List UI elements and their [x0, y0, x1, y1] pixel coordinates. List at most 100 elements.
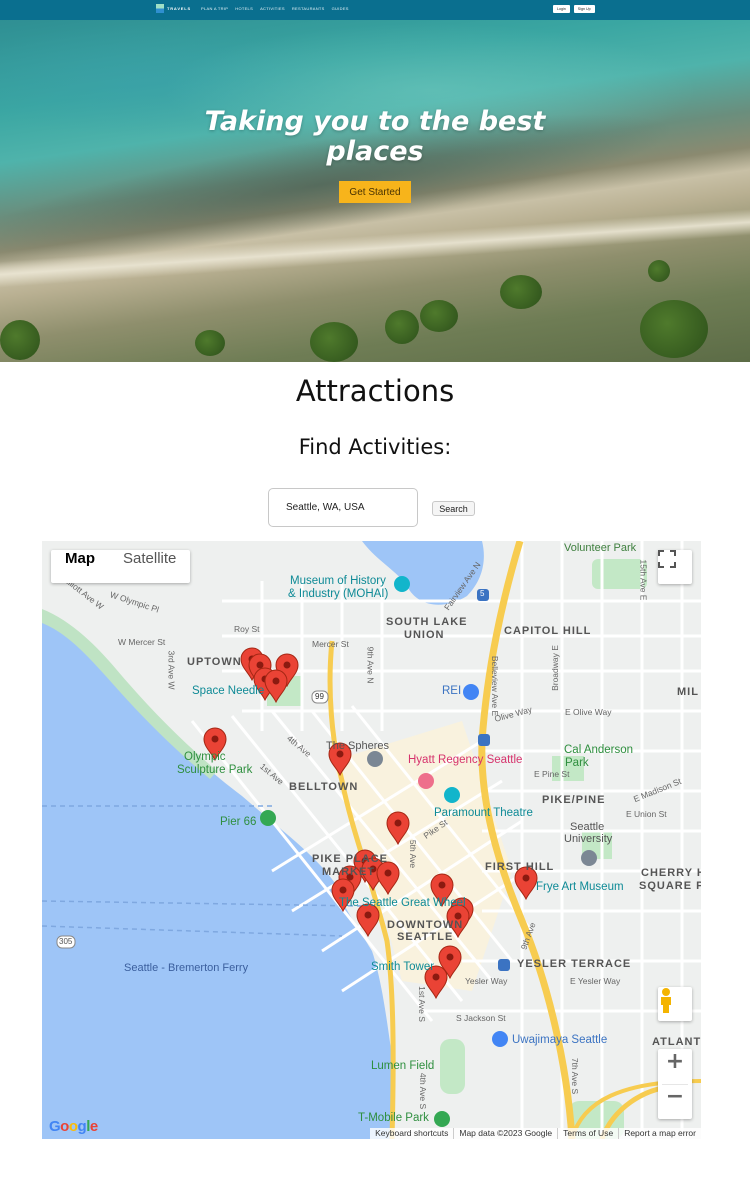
brand-name: TRAVELS [167, 6, 191, 11]
map-label: Cal Anderson [564, 744, 634, 756]
map-label: The Seattle Great Wheel [339, 897, 466, 909]
search-button[interactable]: Search [432, 501, 475, 516]
map-label: Lumen Field [371, 1060, 435, 1072]
map-label: 7th Ave S [570, 1057, 581, 1095]
map-label: The Spheres [326, 740, 389, 752]
map-label: Seattle [570, 821, 605, 833]
map-label: 4th Ave S [418, 1072, 429, 1110]
map-label: E Yesler Way [570, 976, 621, 986]
map-label: CHERRY H [641, 867, 701, 879]
hero-bush [648, 260, 670, 282]
street-view-button[interactable] [658, 987, 692, 1021]
zoom-control: + − [658, 1049, 692, 1119]
brand[interactable]: TRAVELS [156, 4, 191, 13]
nav-link-restaurants[interactable]: RESTAURANTS [292, 6, 325, 11]
map-label: UPTOWN [187, 656, 242, 668]
map-label: 5 [480, 589, 485, 598]
hero-headline-line1: Taking you to the best [204, 106, 546, 137]
signup-button[interactable]: Sign Up [573, 5, 595, 13]
map-label: Smith Tower [371, 961, 435, 973]
hero-headline-line2: places [326, 136, 424, 167]
map-label: 305 [59, 937, 73, 946]
hero-bush [500, 275, 542, 309]
map-label: Pier 66 [220, 816, 257, 828]
map-type-satellite-button[interactable]: Satellite [109, 550, 190, 583]
map-label: REI [442, 685, 462, 697]
map-label: 1st Ave S [416, 986, 427, 1022]
hero-bush [195, 330, 225, 356]
section-subtitle: Find Activities: [298, 435, 452, 459]
google-logo-letter: G [49, 1118, 61, 1135]
google-logo[interactable]: Google [49, 1118, 98, 1135]
hero-bush [420, 300, 458, 332]
museum-icon [394, 576, 410, 592]
map-label: Park [565, 757, 589, 769]
nav-link-plan-a-trip[interactable]: PLAN A TRIP [201, 6, 228, 11]
map-marker-dot [432, 973, 440, 981]
map-label: Space Needle [192, 685, 265, 697]
map-label: Frye Art Museum [536, 881, 624, 893]
map-label: CAPITOL HILL [504, 625, 592, 637]
map-label: 15th Ave E [638, 559, 649, 601]
google-logo-letter: o [60, 1118, 69, 1135]
map-label: SEATTLE [397, 931, 454, 943]
university-icon [581, 850, 597, 866]
map-marker-dot [438, 881, 446, 889]
map-label: YESLER TERRACE [517, 958, 632, 970]
terms-of-use-link[interactable]: Terms of Use [557, 1128, 618, 1139]
map-label: Paramount Theatre [434, 807, 533, 819]
get-started-button[interactable]: Get Started [339, 181, 411, 203]
map-marker-dot [384, 869, 392, 877]
highway-5-shield [498, 959, 510, 971]
map-label: PIKE/PINE [542, 794, 606, 806]
location-search-input[interactable] [268, 488, 418, 527]
hero-bush [640, 300, 708, 358]
map-type-control: Map Satellite [51, 550, 191, 583]
report-map-error-link[interactable]: Report a map error [618, 1128, 701, 1139]
zoom-in-button[interactable]: + [658, 1049, 692, 1084]
map-label: 3rd Ave W [166, 650, 177, 690]
landmark-icon [367, 751, 383, 767]
map-marker-dot [522, 874, 530, 882]
map-label: W Mercer St [118, 637, 166, 647]
pegman-icon [661, 988, 671, 1013]
map-label: E Union St [626, 809, 667, 819]
map-label: PIKE PLACE [312, 853, 389, 865]
page-title: Attractions [295, 374, 455, 408]
fullscreen-icon [658, 550, 676, 568]
map-label: T-Mobile Park [358, 1112, 429, 1124]
hero-bush [0, 320, 40, 360]
hero-bush [310, 322, 358, 362]
map-label: FIRST HILL [485, 861, 555, 873]
map-label: Belleview Ave E [490, 655, 501, 717]
map-marker-dot [256, 661, 264, 669]
google-logo-letter: o [68, 1118, 78, 1135]
top-navbar: TRAVELS PLAN A TRIP HOTELS ACTIVITIES RE… [0, 0, 750, 20]
map-marker-dot [364, 911, 372, 919]
fullscreen-button[interactable] [658, 550, 692, 584]
ferry-terminal-icon [260, 810, 276, 826]
keyboard-shortcuts-link[interactable]: Keyboard shortcuts [370, 1128, 453, 1139]
map-type-map-button[interactable]: Map [51, 550, 109, 583]
map[interactable]: Volunteer Park Museum of History & Indus… [42, 541, 701, 1139]
nav-link-activities[interactable]: ACTIVITIES [260, 6, 285, 11]
nav-link-guides[interactable]: GUIDES [332, 6, 349, 11]
map-label: Museum of History [290, 575, 386, 587]
map-marker-dot [211, 735, 219, 743]
login-button[interactable]: Login [553, 5, 570, 13]
map-label: Yesler Way [465, 976, 508, 986]
map-label: Hyatt Regency Seattle [408, 754, 523, 766]
hero-banner: Taking you to the best places Get Starte… [0, 20, 750, 362]
map-label: & Industry (MOHAI) [288, 588, 389, 600]
map-label: 99 [315, 692, 324, 701]
nav-link-hotels[interactable]: HOTELS [235, 6, 253, 11]
nav-links: PLAN A TRIP HOTELS ACTIVITIES RESTAURANT… [201, 6, 349, 11]
map-attribution: Keyboard shortcuts Map data ©2023 Google… [370, 1128, 701, 1139]
map-marker-dot [446, 953, 454, 961]
logo-icon [156, 4, 164, 13]
map-label: Mercer St [312, 639, 349, 649]
zoom-out-button[interactable]: − [658, 1084, 692, 1119]
map-label: Olympic [184, 751, 226, 763]
map-marker-dot [283, 661, 291, 669]
stadium-icon [434, 1111, 450, 1127]
